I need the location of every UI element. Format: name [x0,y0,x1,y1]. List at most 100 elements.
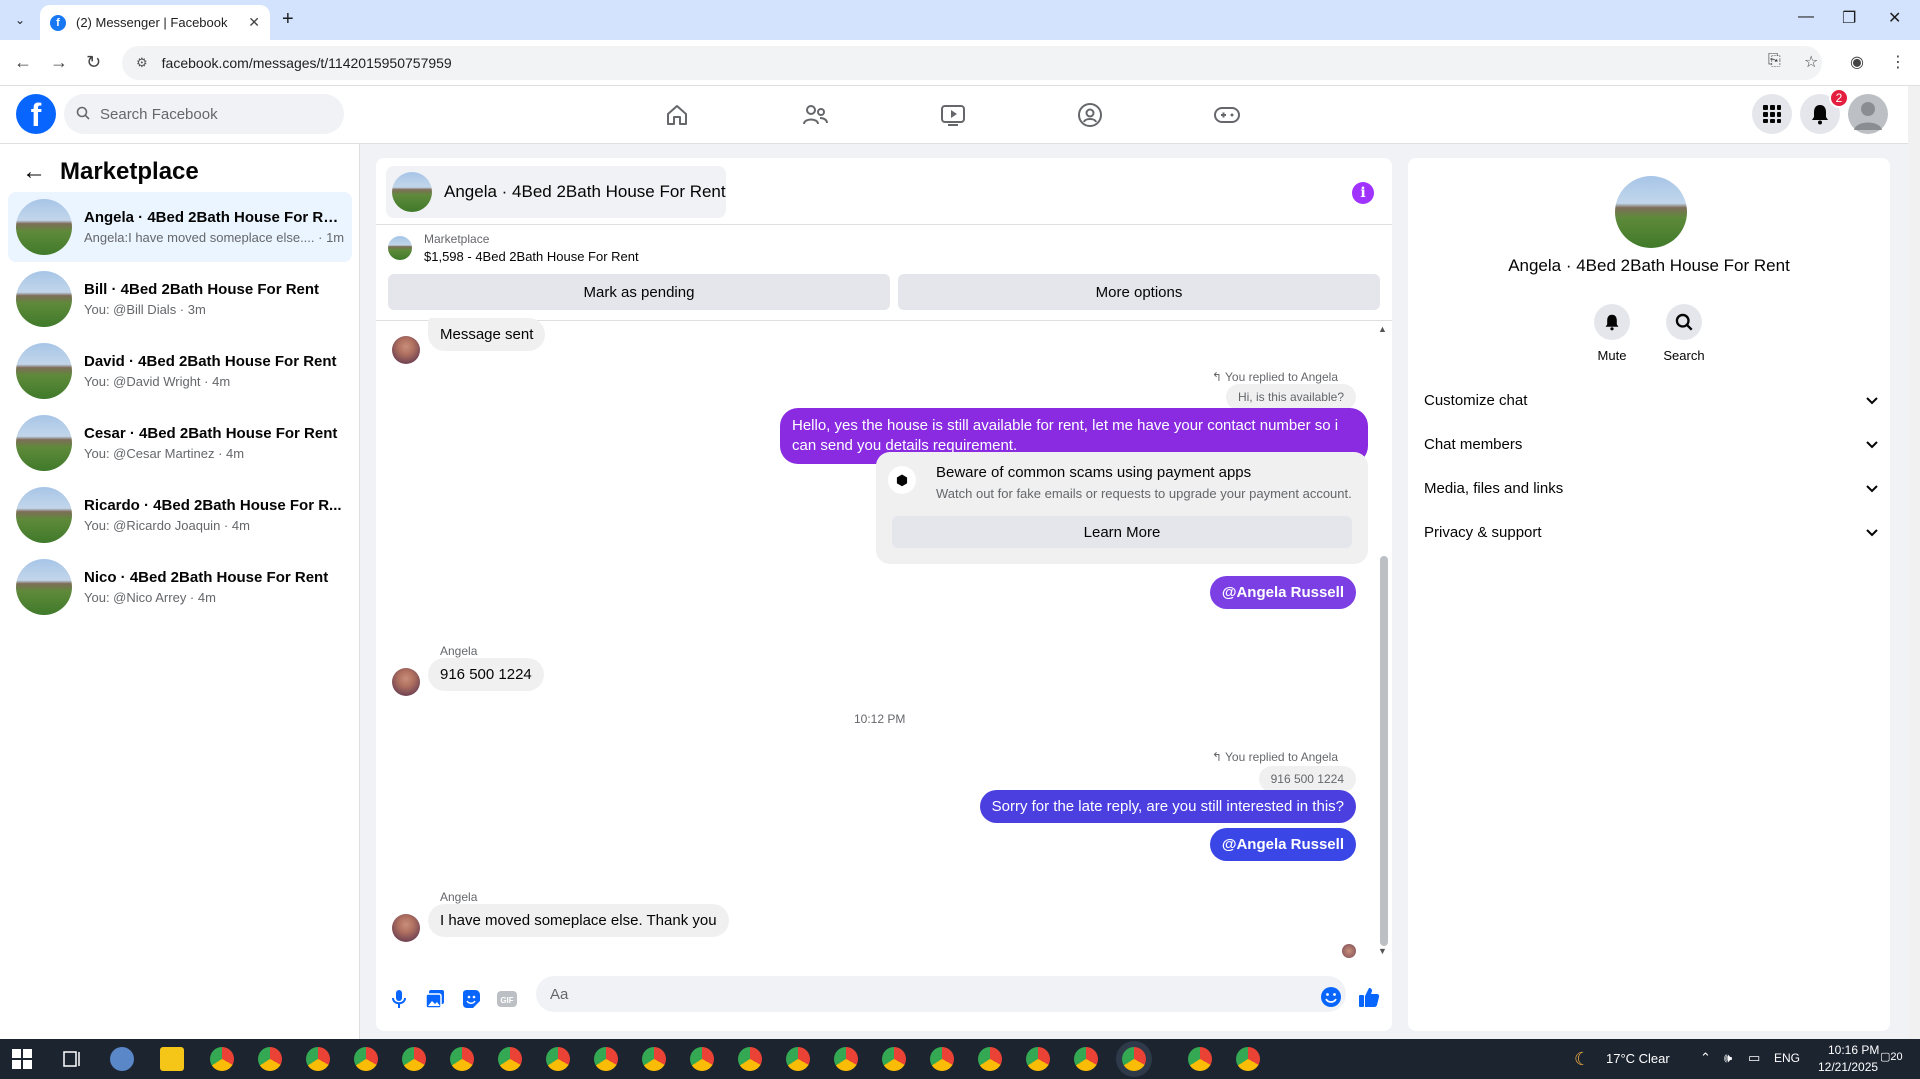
conversation-item-angela[interactable]: Angela · 4Bed 2Bath House For Rent Angel… [8,192,352,262]
media-files-links-section[interactable]: Media, files and links [1424,468,1878,508]
language-indicator[interactable]: ENG [1774,1051,1800,1065]
thumbs-up-icon[interactable] [1358,986,1380,1008]
minimize-icon[interactable]: — [1798,8,1814,26]
profile-icon[interactable]: ◉ [1850,52,1864,72]
conversation-item-ricardo[interactable]: Ricardo · 4Bed 2Bath House For R... You:… [8,480,352,550]
moon-weather-icon[interactable]: ☾ [1574,1049,1590,1070]
chrome-icon[interactable] [978,1047,1002,1071]
reload-icon[interactable]: ↻ [86,52,101,73]
conversation-item-nico[interactable]: Nico · 4Bed 2Bath House For Rent You: @N… [8,552,352,622]
friends-icon[interactable] [798,98,832,132]
account-avatar[interactable] [1848,94,1888,134]
gif-icon[interactable]: GIF [496,988,518,1010]
file-explorer-icon[interactable] [160,1047,184,1071]
install-app-icon[interactable]: ⎘ [1768,52,1781,70]
info-icon[interactable]: i [1352,182,1374,204]
quoted-message[interactable]: 916 500 1224 [1258,766,1356,792]
sender-name: Angela [440,890,478,904]
chrome-icon[interactable] [210,1047,234,1071]
tab-search-dropdown-icon[interactable]: ⌄ [8,8,32,32]
chrome-icon[interactable] [258,1047,282,1071]
customize-chat-section[interactable]: Customize chat [1424,380,1878,420]
restore-icon[interactable]: ❐ [1842,8,1856,28]
chrome-icon[interactable] [738,1047,762,1071]
clock-time[interactable]: 10:16 PM [1828,1043,1879,1057]
chrome-icon[interactable] [546,1047,570,1071]
facebook-logo-icon[interactable]: f [16,94,56,134]
show-hidden-icons-icon[interactable]: ⌃ [1700,1050,1711,1066]
network-icon[interactable]: ▭ [1748,1050,1760,1066]
bell-icon [1594,304,1630,340]
browser-menu-icon[interactable]: ⋮ [1890,52,1906,72]
emoji-icon[interactable] [1320,986,1342,1008]
chrome-icon[interactable] [786,1047,810,1071]
mute-button[interactable]: Mute [1572,304,1652,363]
photo-gallery-icon[interactable] [424,988,446,1010]
bookmark-star-icon[interactable]: ☆ [1804,52,1818,72]
task-view-icon[interactable] [62,1049,86,1073]
scroll-down-icon[interactable]: ▼ [1378,946,1387,956]
back-arrow-icon[interactable]: ← [22,158,46,186]
search-facebook[interactable]: Search Facebook [64,94,344,134]
chrome-icon[interactable] [594,1047,618,1071]
page-scrollbar[interactable] [1908,86,1920,1039]
privacy-support-section[interactable]: Privacy & support [1424,512,1878,552]
forward-arrow-icon[interactable]: → [50,52,68,73]
chrome-icon[interactable] [1074,1047,1098,1071]
marketplace-listing-banner[interactable]: Marketplace $1,598 - 4Bed 2Bath House Fo… [388,232,639,264]
mention-bubble[interactable]: @Angela Russell [1209,828,1356,861]
scrollbar-thumb[interactable] [1380,556,1388,946]
home-icon[interactable] [660,98,694,132]
clock-date[interactable]: 12/21/2025 [1818,1060,1878,1074]
address-bar[interactable]: ⚙ facebook.com/messages/t/11420159507579… [122,46,1822,80]
chrome-icon[interactable] [402,1047,426,1071]
chrome-icon[interactable] [1026,1047,1050,1071]
weather-text[interactable]: 17°C Clear [1606,1051,1670,1066]
mention-bubble[interactable]: @Angela Russell [1209,576,1356,609]
chat-header-title[interactable]: Angela · 4Bed 2Bath House For Rent [386,166,726,218]
more-options-button[interactable]: More options [898,274,1380,310]
chrome-icon[interactable] [642,1047,666,1071]
menu-grid-icon[interactable] [1752,94,1792,134]
chrome-icon[interactable] [498,1047,522,1071]
chrome-icon[interactable] [306,1047,330,1071]
groups-icon[interactable] [1073,98,1107,132]
chrome-icon[interactable] [450,1047,474,1071]
chrome-icon[interactable] [834,1047,858,1071]
quoted-message[interactable]: Hi, is this available? [1225,384,1356,410]
chrome-icon[interactable] [930,1047,954,1071]
site-info-icon[interactable]: ⚙ [136,55,148,71]
video-icon[interactable] [936,98,970,132]
window-close-icon[interactable]: ✕ [1888,8,1901,28]
section-label: Chat members [1424,435,1523,453]
browser-tab[interactable]: f (2) Messenger | Facebook ✕ [40,5,270,40]
chrome-icon[interactable] [1236,1047,1260,1071]
conversation-item-bill[interactable]: Bill · 4Bed 2Bath House For Rent You: @B… [8,264,352,334]
back-arrow-icon[interactable]: ← [14,52,32,73]
microphone-icon[interactable] [388,988,410,1010]
conversation-item-cesar[interactable]: Cesar · 4Bed 2Bath House For Rent You: @… [8,408,352,478]
chat-members-section[interactable]: Chat members [1424,424,1878,464]
chrome-icon-active[interactable] [1122,1047,1146,1071]
chrome-icon[interactable] [690,1047,714,1071]
scroll-up-icon[interactable]: ▲ [1378,324,1387,334]
message-scrollbar[interactable]: ▲ ▼ [1378,324,1388,956]
message-input[interactable] [536,976,1346,1012]
search-conversation-button[interactable]: Search [1644,304,1724,363]
chrome-icon[interactable] [882,1047,906,1071]
mark-as-pending-button[interactable]: Mark as pending [388,274,890,310]
conversation-snippet: You: @Nico Arrey · 4m [84,590,216,605]
windows-start-icon[interactable] [12,1049,36,1073]
tab-close-icon[interactable]: ✕ [248,14,260,31]
conversation-item-david[interactable]: David · 4Bed 2Bath House For Rent You: @… [8,336,352,406]
volume-icon[interactable]: 🕪 [1724,1050,1732,1066]
chevron-down-icon [1866,480,1878,496]
chrome-icon[interactable] [354,1047,378,1071]
sticker-icon[interactable] [460,988,482,1010]
new-tab-icon[interactable]: + [282,8,294,31]
gaming-icon[interactable] [1210,98,1244,132]
app-icon[interactable] [110,1047,134,1071]
learn-more-button[interactable]: Learn More [892,516,1352,548]
chrome-icon[interactable] [1188,1047,1212,1071]
notification-center-icon[interactable]: ▢20 [1880,1050,1903,1063]
